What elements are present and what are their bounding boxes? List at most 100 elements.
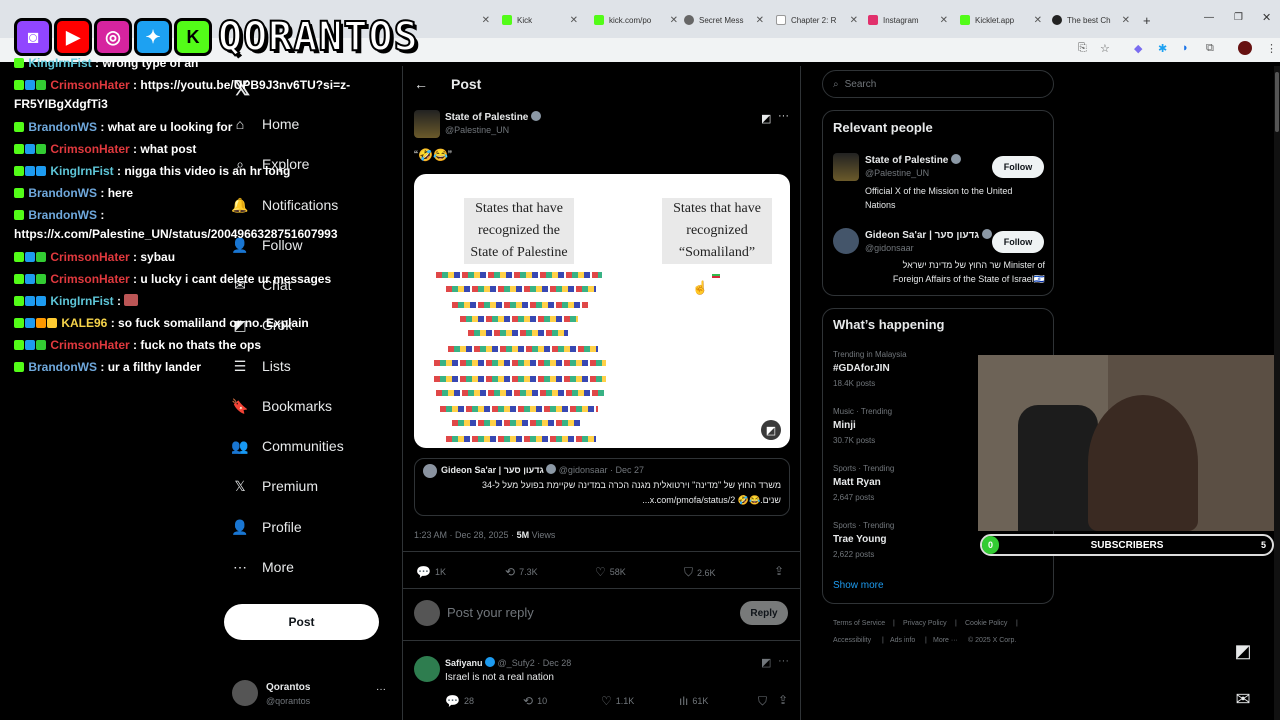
trend-name[interactable]: Matt Ryan — [833, 477, 881, 488]
extension-icon[interactable]: ◗ — [1182, 42, 1189, 54]
follow-button[interactable]: Follow — [992, 231, 1044, 253]
back-arrow-icon[interactable]: ← — [414, 76, 428, 92]
bookmark-icon: 🔖 — [231, 397, 249, 414]
person-handle[interactable]: @gidonsaar — [865, 243, 914, 253]
show-more-link[interactable]: Show more — [833, 580, 884, 591]
more-dots-icon[interactable]: ··· — [778, 655, 789, 667]
tweet-handle[interactable]: @Palestine_UN — [445, 125, 509, 135]
reply-handle[interactable]: @_Sufy2 — [498, 658, 535, 668]
browser-tab[interactable]: Kick ✕ — [502, 8, 578, 32]
restore-icon[interactable]: ❐ — [1234, 12, 1243, 23]
person-name[interactable]: Gideon Sa'ar | גדעון סער — [865, 229, 992, 241]
founder-badge-icon — [47, 318, 57, 328]
browser-menu-icon[interactable]: ⋮ — [1266, 42, 1277, 55]
nav-home[interactable]: ⌂ Home — [232, 116, 300, 132]
trend-name[interactable]: #GDAforJIN — [833, 363, 890, 374]
person-name[interactable]: State of Palestine — [865, 154, 962, 166]
browser-tab[interactable]: Secret Mess ✕ — [684, 8, 764, 32]
browser-tab[interactable]: The best Ch ✕ — [1052, 8, 1130, 32]
sub-badge-icon — [25, 274, 35, 284]
like-action[interactable]: ♡ 58K — [595, 565, 626, 579]
extensions-puzzle-icon[interactable]: ⧉ — [1206, 42, 1214, 55]
trend-name[interactable]: Trae Young — [833, 534, 887, 545]
follow-button[interactable]: Follow — [992, 156, 1044, 178]
repost-action[interactable]: ⟲ 7.3K — [505, 565, 538, 579]
share-action[interactable]: ⇪ — [774, 564, 784, 578]
views-action[interactable]: ılı 61K — [679, 694, 708, 708]
search-input[interactable]: ⌕ Search — [822, 70, 1054, 98]
close-tab-icon[interactable]: ✕ — [482, 15, 490, 26]
chat-text: what post — [140, 142, 197, 156]
nav-communities[interactable]: 👥 Communities — [231, 438, 343, 455]
new-tab-button[interactable]: + — [1143, 8, 1157, 32]
tweet-image[interactable]: States that have recognized the State of… — [414, 174, 790, 448]
reply-button[interactable]: Reply — [740, 601, 788, 625]
nav-profile[interactable]: 👤 Profile — [231, 519, 301, 536]
kick-badge-icon — [14, 144, 24, 154]
footer-link[interactable]: Accessibility — [833, 637, 871, 644]
browser-tab[interactable]: Instagram ✕ — [868, 8, 948, 32]
nav-label: Premium — [262, 478, 319, 494]
account-switcher[interactable]: Qorantos @qorantos ··· — [232, 680, 392, 710]
reply-action[interactable]: 💬 1K — [416, 565, 446, 579]
grok-explain-icon[interactable]: ◩ — [761, 112, 771, 125]
more-dots-icon[interactable]: ··· — [778, 110, 789, 122]
grok-explain-icon[interactable]: ◩ — [761, 656, 771, 669]
browser-tab[interactable]: kick.com/po ✕ — [594, 8, 678, 32]
footer-link[interactable]: Cookie Policy — [965, 620, 1007, 627]
avatar[interactable] — [414, 656, 440, 682]
scrollbar[interactable] — [1274, 66, 1280, 720]
nav-more[interactable]: ⋯ More — [232, 559, 294, 576]
reply-author[interactable]: Safiyanu — [445, 658, 483, 668]
profile-avatar-icon[interactable] — [1238, 41, 1252, 55]
repost-action[interactable]: ⟲ 10 — [523, 694, 547, 708]
grok-image-icon[interactable]: ◩ — [761, 420, 781, 440]
tab-label: The best Ch — [1067, 15, 1111, 25]
close-tab-icon[interactable]: ✕ — [1122, 15, 1130, 26]
chat-message: BrandonWS : — [14, 208, 104, 222]
nav-premium[interactable]: 𝕏 Premium — [232, 478, 319, 495]
close-tab-icon[interactable]: ✕ — [756, 15, 764, 26]
person-handle[interactable]: @Palestine_UN — [865, 168, 929, 178]
nav-bookmarks[interactable]: 🔖 Bookmarks — [231, 397, 332, 415]
browser-tab[interactable]: Chapter 2: R ✕ — [776, 8, 858, 32]
minimize-icon[interactable]: — — [1204, 12, 1214, 23]
reply-input[interactable]: Post your reply — [447, 605, 534, 620]
panel-title: Relevant people — [833, 120, 933, 135]
close-tab-icon[interactable]: ✕ — [570, 15, 578, 26]
like-action[interactable]: ♡ 1.1K — [601, 694, 634, 708]
footer-link[interactable]: Privacy Policy — [903, 620, 947, 627]
share-action[interactable]: ⇪ — [778, 693, 788, 707]
avatar[interactable] — [833, 153, 859, 181]
scrollbar-thumb[interactable] — [1275, 72, 1279, 132]
avatar[interactable] — [414, 110, 440, 138]
trend-name[interactable]: Minji — [833, 420, 856, 431]
extension-icon[interactable]: ◆ — [1134, 42, 1142, 55]
bookmark-star-icon[interactable]: ☆ — [1100, 42, 1110, 55]
footer-link[interactable]: Terms of Service — [833, 620, 885, 627]
more-dots-icon[interactable]: ··· — [376, 684, 386, 695]
close-window-icon[interactable]: ✕ — [1262, 11, 1271, 24]
bookmark-action[interactable]: ⛉ — [758, 694, 767, 709]
close-tab-icon[interactable]: ✕ — [940, 15, 948, 26]
browser-tab[interactable]: ✕ — [468, 8, 490, 32]
quoted-tweet[interactable]: Gideon Sa'ar | גדעון סער @gidonsaar · De… — [414, 458, 790, 516]
browser-tab[interactable]: Kicklet.app ✕ — [960, 8, 1042, 32]
footer-link[interactable]: More ··· — [933, 637, 958, 644]
close-tab-icon[interactable]: ✕ — [670, 15, 678, 26]
grok-icon[interactable]: ◩ — [1226, 634, 1260, 668]
install-icon[interactable]: ⎘ — [1078, 42, 1087, 55]
footer-link[interactable]: Ads info — [890, 637, 915, 644]
close-tab-icon[interactable]: ✕ — [850, 15, 858, 26]
nav-notifications[interactable]: 🔔 Notifications — [231, 197, 338, 214]
close-tab-icon[interactable]: ✕ — [1034, 15, 1042, 26]
extension-icon[interactable]: ✱ — [1158, 42, 1167, 55]
avatar[interactable] — [833, 228, 859, 254]
post-button[interactable]: Post — [224, 604, 379, 640]
quote-author: Gideon Sa'ar | גדעון סער — [441, 465, 544, 475]
reply-action[interactable]: 💬 28 — [445, 694, 474, 708]
bookmark-action[interactable]: ⛉ 2.6K — [684, 565, 716, 580]
tweet-author[interactable]: State of Palestine — [445, 111, 542, 123]
messages-icon[interactable]: ✉ — [1226, 682, 1260, 716]
nav-lists[interactable]: ☰ Lists — [232, 358, 291, 375]
